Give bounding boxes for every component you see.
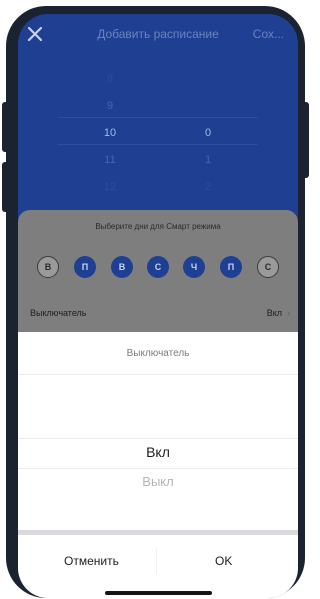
hour-option[interactable]: 11 (90, 147, 130, 174)
hour-column[interactable]: 8 9 10 11 12 (90, 66, 130, 201)
app-screen: Добавить расписание Сох... 8 9 10 11 12 … (18, 14, 298, 598)
switch-row-label: Выключатель (30, 308, 87, 318)
selection-line-bottom (18, 468, 298, 469)
hour-option-selected[interactable]: 10 (90, 120, 130, 147)
smart-mode-label: Выберите дни для Смарт режима (95, 222, 221, 231)
smart-mode-panel: Выберите дни для Смарт режима В П В С Ч … (18, 210, 298, 350)
hour-option[interactable]: 8 (90, 66, 130, 93)
day-toggle-wednesday[interactable]: С (147, 256, 169, 278)
cancel-button[interactable]: Отменить (64, 554, 119, 568)
option-on[interactable]: Вкл (18, 444, 298, 460)
home-indicator (105, 591, 212, 595)
ok-button[interactable]: OK (215, 554, 232, 568)
minute-option-selected[interactable]: 0 (188, 120, 228, 147)
day-toggle-sunday[interactable]: В (37, 256, 59, 278)
day-toggle-monday[interactable]: П (74, 256, 96, 278)
sheet-divider-bar (18, 530, 298, 535)
day-toggle-saturday[interactable]: С (257, 256, 279, 278)
selection-line-top (18, 438, 298, 439)
header-bar: Добавить расписание Сох... (18, 14, 298, 56)
picker-selection-line-bottom (58, 144, 258, 145)
chevron-right-icon: › (287, 308, 290, 318)
day-toggle-friday[interactable]: П (220, 256, 242, 278)
button-divider (156, 548, 157, 574)
day-toggle-tuesday[interactable]: В (111, 256, 133, 278)
day-toggle-thursday[interactable]: Ч (183, 256, 205, 278)
save-button[interactable]: Сох... (253, 27, 284, 41)
divider (18, 374, 298, 375)
minute-option[interactable]: 2 (188, 174, 228, 201)
sheet-title: Выключатель (126, 348, 190, 359)
minute-option[interactable]: 1 (188, 147, 228, 174)
minute-option[interactable] (188, 93, 228, 120)
picker-selection-line-top (58, 117, 258, 118)
hour-option[interactable]: 9 (90, 93, 130, 120)
option-off[interactable]: Выкл (18, 474, 298, 489)
minute-option[interactable] (188, 66, 228, 93)
switch-row[interactable]: Выключатель Вкл › (18, 304, 298, 326)
minute-column[interactable]: 0 1 2 (188, 66, 228, 201)
action-sheet: Выключатель Вкл Выкл Отменить OK (18, 332, 298, 598)
switch-row-value: Вкл (266, 308, 282, 318)
hour-option[interactable]: 12 (90, 174, 130, 201)
